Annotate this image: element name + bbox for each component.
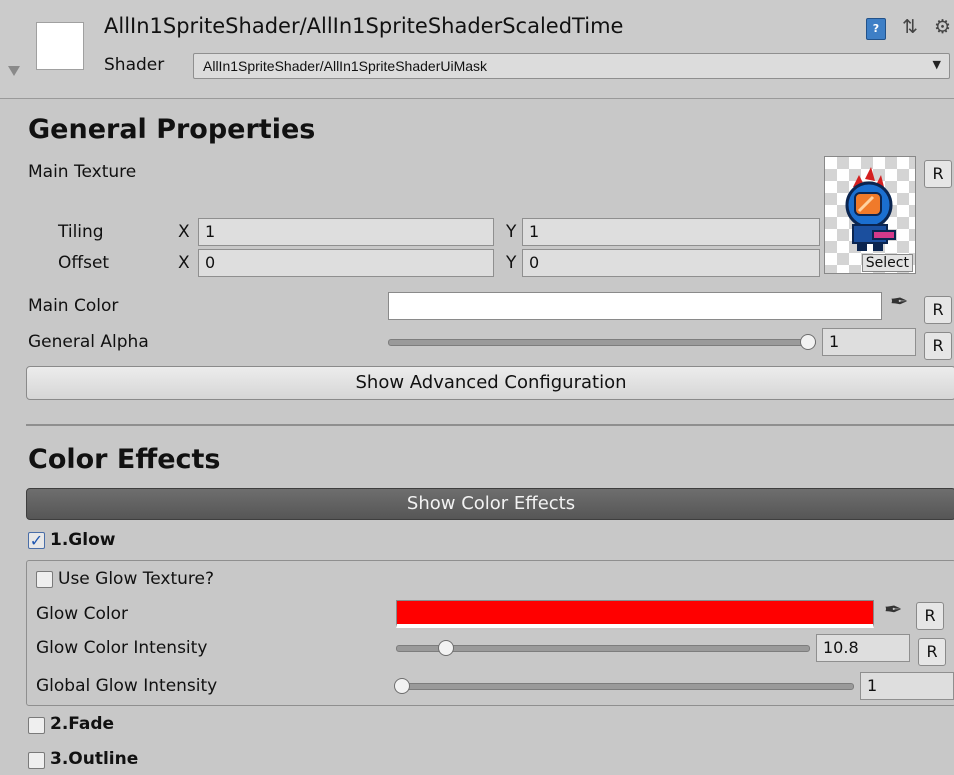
main-color-swatch[interactable] — [388, 292, 882, 320]
eyedropper-icon[interactable]: ✒ — [890, 290, 908, 315]
use-glow-texture-checkbox[interactable] — [36, 571, 53, 588]
sprite-character-icon — [845, 167, 896, 251]
fade-checkbox[interactable] — [28, 717, 45, 734]
glow-checkbox[interactable]: ✓ — [28, 532, 45, 549]
section-divider — [26, 424, 954, 426]
glow-intensity-slider-knob[interactable] — [438, 640, 454, 656]
main-color-reset-button[interactable]: R — [924, 296, 952, 324]
main-texture-label: Main Texture — [28, 162, 137, 182]
main-color-label: Main Color — [28, 296, 119, 316]
offset-y-label: Y — [506, 253, 517, 273]
eyedropper-icon[interactable]: ✒ — [884, 598, 902, 623]
shader-dropdown-value: AllIn1SpriteShader/AllIn1SpriteShaderUiM… — [203, 58, 488, 74]
outline-checkbox[interactable] — [28, 752, 45, 769]
general-alpha-reset-button[interactable]: R — [924, 332, 952, 360]
general-alpha-slider-knob[interactable] — [800, 334, 816, 350]
help-book-icon[interactable]: ? — [866, 18, 886, 40]
glow-intensity-slider-track[interactable] — [396, 645, 810, 652]
tiling-y-field[interactable]: 1 — [522, 218, 820, 246]
general-properties-heading: General Properties — [28, 114, 316, 145]
offset-x-field[interactable]: 0 — [198, 249, 494, 277]
global-glow-intensity-label: Global Glow Intensity — [36, 676, 218, 696]
gear-icon[interactable]: ⚙ — [934, 16, 951, 38]
use-glow-texture-label: Use Glow Texture? — [58, 569, 215, 589]
general-alpha-field[interactable]: 1 — [822, 328, 916, 356]
main-texture-slot[interactable]: Select — [824, 156, 916, 274]
glow-color-intensity-label: Glow Color Intensity — [36, 638, 208, 658]
tiling-y-label: Y — [506, 222, 517, 242]
tiling-label: Tiling — [58, 222, 104, 242]
presets-icon[interactable]: ⇅ — [902, 16, 918, 38]
shader-dropdown[interactable]: AllIn1SpriteShader/AllIn1SpriteShaderUiM… — [193, 53, 950, 79]
show-advanced-configuration-button[interactable]: Show Advanced Configuration — [26, 366, 954, 400]
material-preview-thumbnail — [36, 22, 84, 70]
glow-intensity-field[interactable]: 10.8 — [816, 634, 910, 662]
general-alpha-slider-track[interactable] — [388, 339, 816, 346]
global-glow-slider-track[interactable] — [396, 683, 854, 690]
offset-y-field[interactable]: 0 — [522, 249, 820, 277]
global-glow-slider-knob[interactable] — [394, 678, 410, 694]
glow-label: 1.Glow — [50, 530, 116, 550]
glow-intensity-reset-button[interactable]: R — [918, 638, 946, 666]
offset-x-label: X — [178, 253, 190, 273]
material-title: AllIn1SpriteShader/AllIn1SpriteShaderSca… — [104, 14, 624, 38]
shader-label: Shader — [104, 55, 165, 75]
fade-label: 2.Fade — [50, 714, 115, 734]
global-glow-field[interactable]: 1 — [860, 672, 954, 700]
glow-color-label: Glow Color — [36, 604, 128, 624]
main-texture-reset-button[interactable]: R — [924, 160, 952, 188]
glow-color-reset-button[interactable]: R — [916, 602, 944, 630]
offset-label: Offset — [58, 253, 110, 273]
collapse-arrow-icon[interactable] — [8, 66, 20, 76]
show-color-effects-button[interactable]: Show Color Effects — [26, 488, 954, 520]
general-alpha-label: General Alpha — [28, 332, 149, 352]
texture-select-button[interactable]: Select — [861, 254, 913, 272]
tiling-x-label: X — [178, 222, 190, 242]
color-effects-heading: Color Effects — [28, 444, 221, 475]
outline-label: 3.Outline — [50, 749, 139, 769]
glow-color-swatch[interactable] — [396, 600, 874, 628]
tiling-x-field[interactable]: 1 — [198, 218, 494, 246]
dropdown-arrow-icon: ▼ — [932, 58, 941, 71]
